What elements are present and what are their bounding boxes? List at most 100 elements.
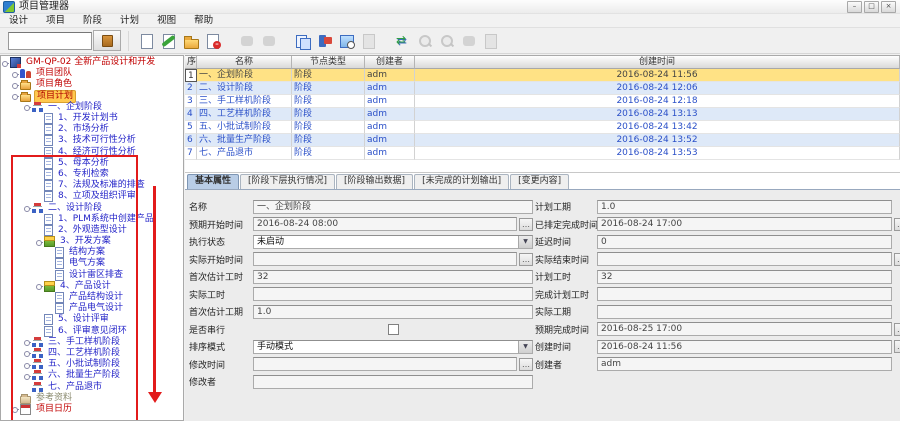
- tree-expander-icon[interactable]: [35, 282, 43, 290]
- ellipsis-button[interactable]: …: [519, 358, 533, 371]
- modify-time-field[interactable]: [253, 357, 517, 371]
- menu-item-视图[interactable]: 视图: [148, 14, 185, 27]
- actual-start-time-field[interactable]: [253, 252, 517, 266]
- tree-item[interactable]: 1、开发计划书: [1, 113, 183, 124]
- table-column-header[interactable]: 名称: [197, 56, 292, 69]
- table-row[interactable]: 7七、产品退市阶段adm2016-08-24 13:53: [185, 147, 900, 160]
- search-input[interactable]: [8, 32, 92, 50]
- modifier-field[interactable]: [253, 375, 533, 389]
- tab-item[interactable]: [阶段输出数据]: [336, 174, 413, 189]
- ellipsis-button[interactable]: …: [894, 253, 900, 266]
- tree-item[interactable]: GM-QP-02 全新产品设计和开发: [1, 57, 183, 68]
- tree-item[interactable]: 5、母本分析: [1, 158, 183, 169]
- copy-pages-button[interactable]: [292, 30, 314, 51]
- table-row[interactable]: 2二、设计阶段阶段adm2016-08-24 12:06: [185, 82, 900, 95]
- table-row[interactable]: 6六、批量生产阶段阶段adm2016-08-24 13:52: [185, 134, 900, 147]
- table-row[interactable]: 5五、小批试制阶段阶段adm2016-08-24 13:42: [185, 121, 900, 134]
- name-field[interactable]: 一、企划阶段: [253, 200, 533, 214]
- tree-expander-icon[interactable]: [23, 372, 31, 380]
- close-button[interactable]: ×: [881, 1, 896, 13]
- tree-expander-icon[interactable]: [23, 103, 31, 111]
- tree-expander-icon[interactable]: [11, 405, 19, 413]
- tree-item[interactable]: 四、工艺样机阶段: [1, 348, 183, 359]
- tab-item[interactable]: [变更内容]: [510, 174, 569, 189]
- refresh-button[interactable]: [392, 30, 414, 51]
- tree-expander-icon[interactable]: [35, 238, 43, 246]
- tree-item[interactable]: 项目团队: [1, 68, 183, 79]
- new-file-button[interactable]: [136, 30, 158, 51]
- actual-end-time-field[interactable]: [597, 252, 892, 266]
- tree-item[interactable]: 产品结构设计: [1, 292, 183, 303]
- delay-time-field[interactable]: 0: [597, 235, 892, 249]
- sort-mode-select[interactable]: 手动模式▼: [253, 340, 533, 354]
- tree-item[interactable]: 电气方案: [1, 258, 183, 269]
- table-column-header[interactable]: 序号: [185, 56, 197, 69]
- tree-item[interactable]: 6、专利检索: [1, 169, 183, 180]
- menu-item-阶段[interactable]: 阶段: [74, 14, 111, 27]
- table-row[interactable]: 1一、企划阶段阶段adm2016-08-24 11:56: [185, 69, 900, 82]
- maximize-button[interactable]: □: [864, 1, 879, 13]
- tree-item[interactable]: 项目日历: [1, 404, 183, 415]
- first-estimated-duration-field[interactable]: 1.0: [253, 305, 533, 319]
- chevron-down-icon[interactable]: ▼: [518, 236, 532, 248]
- tree-item[interactable]: 项目计划: [1, 91, 183, 102]
- tree-item[interactable]: 结构方案: [1, 247, 183, 258]
- tree-item[interactable]: 3、开发方案: [1, 236, 183, 247]
- ellipsis-button[interactable]: …: [894, 218, 900, 231]
- assign-button[interactable]: [314, 30, 336, 51]
- actual-duration-field[interactable]: [597, 305, 892, 319]
- ellipsis-button[interactable]: …: [519, 253, 533, 266]
- edit-button[interactable]: [158, 30, 180, 51]
- ellipsis-button[interactable]: …: [519, 218, 533, 231]
- planned-hours-field[interactable]: 32: [597, 270, 892, 284]
- tree-expander-icon[interactable]: [11, 92, 19, 100]
- first-estimated-hours-field[interactable]: 32: [253, 270, 533, 284]
- tree-item[interactable]: 7、法规及标准的排查: [1, 180, 183, 191]
- delete-file-button[interactable]: [202, 30, 224, 51]
- tree-item[interactable]: 4、经济可行性分析: [1, 147, 183, 158]
- tree-expander-icon[interactable]: [23, 361, 31, 369]
- chevron-down-icon[interactable]: ▼: [518, 341, 532, 353]
- tree-item[interactable]: 参考资料: [1, 393, 183, 404]
- tab-basic-properties[interactable]: 基本属性: [187, 174, 239, 189]
- scheduled-finish-time-field[interactable]: 2016-08-24 17:00: [597, 217, 892, 231]
- ellipsis-button[interactable]: …: [894, 323, 900, 336]
- tab-item[interactable]: [阶段下层执行情况]: [240, 174, 335, 189]
- tree-item[interactable]: 项目角色: [1, 79, 183, 90]
- menu-item-项目[interactable]: 项目: [37, 14, 74, 27]
- tree-item[interactable]: 二、设计阶段: [1, 202, 183, 213]
- tree-item[interactable]: 五、小批试制阶段: [1, 359, 183, 370]
- preview-image-button[interactable]: [336, 30, 358, 51]
- tree-expander-icon[interactable]: [1, 59, 9, 67]
- creator-field[interactable]: adm: [597, 357, 892, 371]
- tree-item[interactable]: 8、立项及组织评审: [1, 191, 183, 202]
- tree-item[interactable]: 2、市场分析: [1, 124, 183, 135]
- tree-item[interactable]: 三、手工样机阶段: [1, 337, 183, 348]
- expected-start-time-field[interactable]: 2016-08-24 08:00: [253, 217, 517, 231]
- planned-duration-field[interactable]: 1.0: [597, 200, 892, 214]
- finished-planned-hours-field[interactable]: [597, 287, 892, 301]
- tree-item[interactable]: 六、批量生产阶段: [1, 370, 183, 381]
- minimize-button[interactable]: –: [847, 1, 862, 13]
- exec-status-select[interactable]: 未启动▼: [253, 235, 533, 249]
- tree-item[interactable]: 一、企划阶段: [1, 102, 183, 113]
- tree-item[interactable]: 4、产品设计: [1, 281, 183, 292]
- tree-item[interactable]: 七、产品退市: [1, 381, 183, 392]
- go-button[interactable]: [93, 30, 121, 51]
- table-column-header[interactable]: 节点类型: [292, 56, 365, 69]
- menu-item-帮助[interactable]: 帮助: [185, 14, 222, 27]
- actual-hours-field[interactable]: [253, 287, 533, 301]
- tree-expander-icon[interactable]: [23, 349, 31, 357]
- expected-finish-time-field[interactable]: 2016-08-25 17:00: [597, 322, 892, 336]
- tree-item[interactable]: 2、外观造型设计: [1, 225, 183, 236]
- tree-expander-icon[interactable]: [11, 70, 19, 78]
- tree-expander-icon[interactable]: [23, 204, 31, 212]
- menu-item-计划[interactable]: 计划: [111, 14, 148, 27]
- tree-item[interactable]: 设计雷区排查: [1, 270, 183, 281]
- table-column-header[interactable]: 创建者: [365, 56, 415, 69]
- table-row[interactable]: 3三、手工样机阶段阶段adm2016-08-24 12:18: [185, 95, 900, 108]
- table-column-header[interactable]: 创建时间: [415, 56, 900, 69]
- tree-expander-icon[interactable]: [11, 81, 19, 89]
- menu-item-设计[interactable]: 设计: [0, 14, 37, 27]
- tree-item[interactable]: 1、PLM系统中创建产品: [1, 214, 183, 225]
